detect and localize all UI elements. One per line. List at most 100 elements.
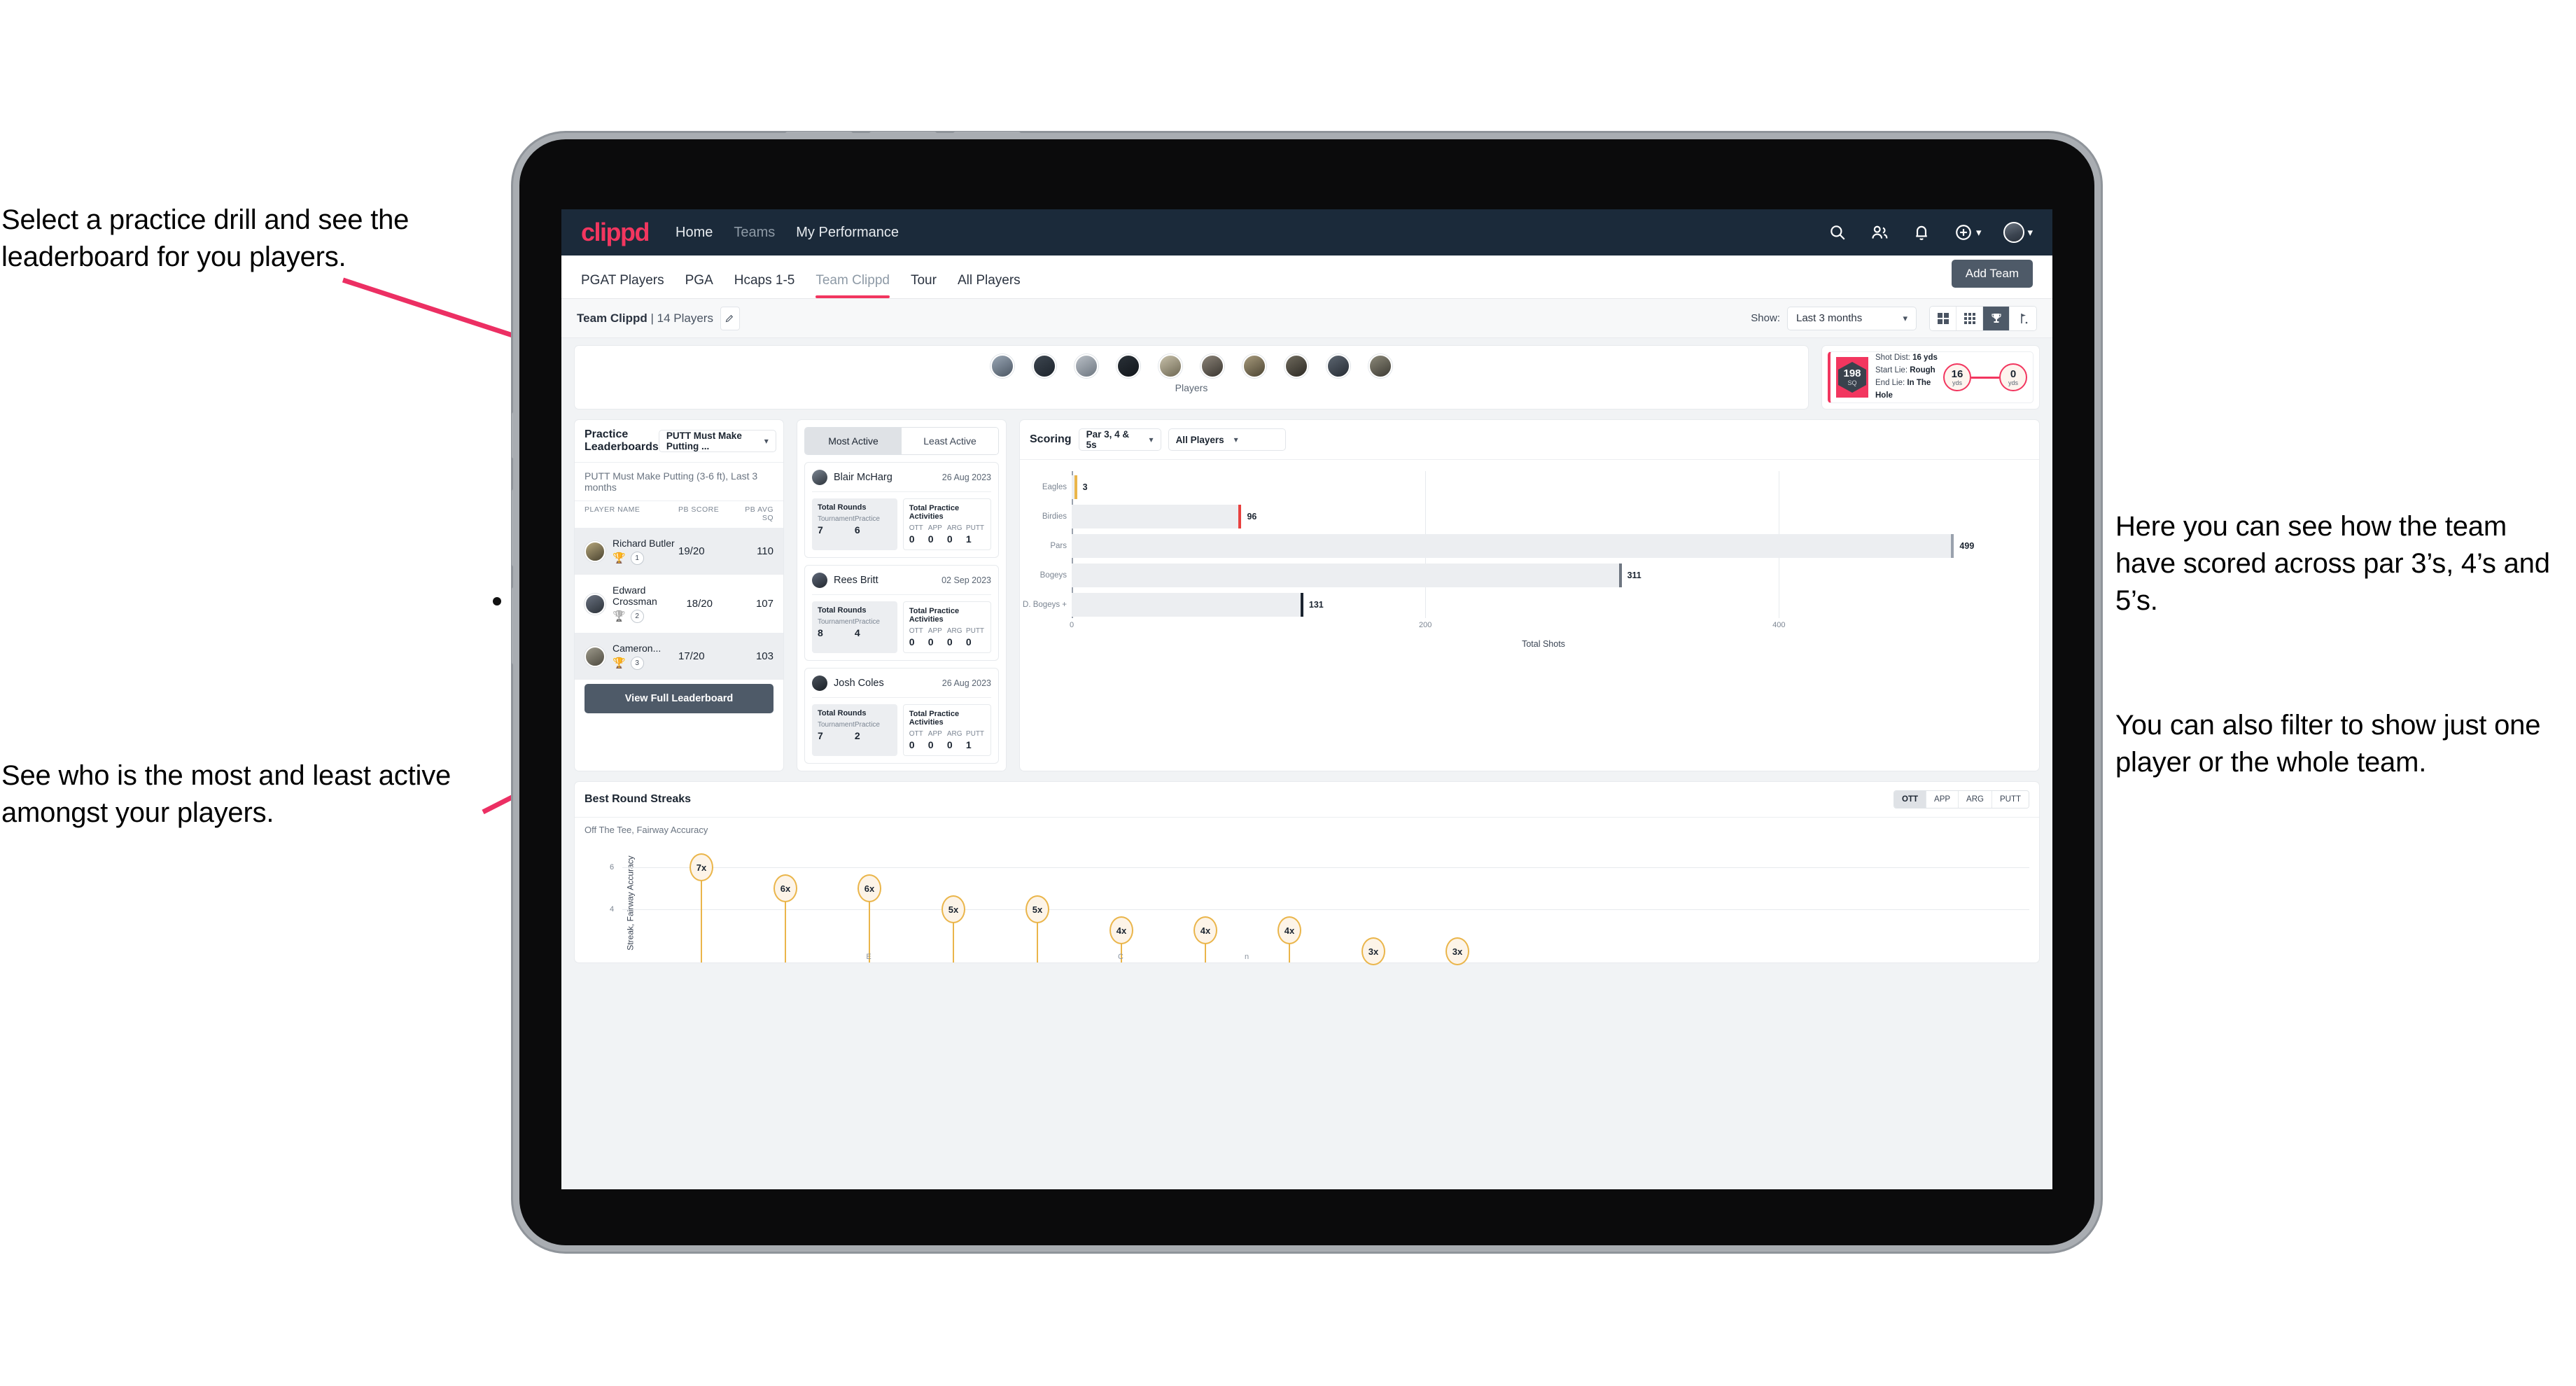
activity-item-header: Blair McHarg 26 Aug 2023: [812, 470, 991, 485]
tab-pga[interactable]: PGA: [685, 273, 713, 298]
device-button-volume-up: [512, 489, 518, 566]
profile-menu[interactable]: ▾: [2003, 222, 2033, 243]
player-avatar[interactable]: [990, 354, 1014, 378]
streak-marker[interactable]: 3x: [1362, 937, 1385, 965]
activity-date: 26 Aug 2023: [941, 678, 991, 688]
player-avatar[interactable]: [1032, 354, 1056, 378]
activity-item-header: Josh Coles 26 Aug 2023: [812, 676, 991, 691]
bar-label-eagles: Eagles: [1042, 483, 1067, 491]
trophy-icon[interactable]: [1983, 306, 2010, 330]
shot-dist-value: 16 yds: [1912, 354, 1938, 363]
list-item[interactable]: Josh Coles 26 Aug 2023 Total Rounds Tour…: [804, 668, 999, 764]
streak-marker[interactable]: 4x: [1194, 916, 1217, 962]
player-avatar[interactable]: [1368, 354, 1392, 378]
list-item[interactable]: Rees Britt 02 Sep 2023 Total Rounds Tour…: [804, 565, 999, 661]
nav-link-my-performance[interactable]: My Performance: [796, 225, 899, 241]
search-icon[interactable]: [1828, 223, 1847, 242]
streak-marker[interactable]: 3x: [1446, 937, 1469, 965]
practice-activities-title: Total Practice Activities: [909, 710, 960, 727]
streaks-ytick-4: 4: [610, 905, 615, 913]
trophy-silver-icon: 🏆: [612, 610, 626, 622]
chevron-down-icon: ▾: [2027, 227, 2033, 239]
streak-marker[interactable]: 4x: [1278, 916, 1301, 962]
nav-link-home[interactable]: Home: [676, 225, 713, 241]
view-full-leaderboard-button[interactable]: View Full Leaderboard: [584, 684, 774, 713]
plus-circle-icon[interactable]: [1954, 223, 1973, 242]
add-team-button[interactable]: Add Team: [1951, 260, 2033, 288]
app-col: APP 0: [928, 730, 947, 750]
camera-dot-icon: [493, 597, 501, 606]
player-avatar[interactable]: [1116, 354, 1140, 378]
tab-pgat-players[interactable]: PGAT Players: [581, 273, 664, 298]
player-avatar[interactable]: [1074, 354, 1098, 378]
start-lie-value: Rough: [1910, 366, 1935, 375]
streak-marker[interactable]: 6x: [858, 874, 881, 962]
player-avatar[interactable]: [1158, 354, 1182, 378]
toggle-app[interactable]: APP: [1926, 791, 1959, 808]
streak-marker[interactable]: 6x: [774, 874, 797, 962]
tournament-value: 7: [818, 524, 823, 536]
table-row[interactable]: Edward Crossman 🏆 2 18/20 107: [575, 575, 783, 633]
streaks-ytick-6: 6: [610, 863, 615, 872]
show-period-select[interactable]: Last 3 months ▾: [1787, 306, 1917, 330]
toggle-ott[interactable]: OTT: [1894, 791, 1927, 808]
sq-value: 198: [1843, 368, 1861, 379]
streak-marker[interactable]: 5x: [941, 895, 965, 962]
avatar[interactable]: [2003, 222, 2025, 243]
tab-hcaps-1-5[interactable]: Hcaps 1-5: [734, 273, 795, 298]
pb-score: 18/20: [686, 598, 713, 610]
tab-most-active[interactable]: Most Active: [805, 428, 902, 454]
table-row[interactable]: Cameron... 🏆 3 17/20 103: [575, 633, 783, 680]
app-value: 0: [927, 739, 934, 750]
streaks-gridline-4: [622, 909, 2029, 910]
activity-date: 02 Sep 2023: [941, 575, 991, 585]
nav-links: Home Teams My Performance: [676, 225, 899, 241]
player-avatar[interactable]: [1326, 354, 1350, 378]
par-filter-select[interactable]: Par 3, 4 & 5s ▾: [1078, 428, 1161, 451]
tab-tour[interactable]: Tour: [911, 273, 937, 298]
golf-flag-icon[interactable]: [2010, 306, 2036, 330]
player-avatar[interactable]: [1200, 354, 1224, 378]
player-filter-select[interactable]: All Players ▾: [1168, 428, 1286, 451]
edit-team-button[interactable]: [720, 306, 740, 330]
grid-small-icon[interactable]: [1956, 306, 1983, 330]
end-lie-row: End Lie: In The Hole: [1875, 377, 1943, 402]
tab-least-active[interactable]: Least Active: [902, 428, 998, 454]
annotation-filter-explanation: You can also filter to show just one pla…: [2115, 710, 2541, 778]
arg-col: ARG 0: [947, 627, 966, 648]
list-item[interactable]: Blair McHarg 26 Aug 2023 Total Rounds To…: [804, 462, 999, 558]
bell-icon[interactable]: [1912, 223, 1931, 242]
x-tick-0: 0: [1069, 621, 1074, 629]
player-avatar[interactable]: [1242, 354, 1266, 378]
practice-label: Practice: [854, 515, 880, 523]
practice-activities-box: Total Practice Activities OTT 0 APP 0 AR…: [902, 601, 991, 653]
toggle-putt[interactable]: PUTT: [1991, 791, 2029, 808]
grid-large-icon[interactable]: [1930, 306, 1956, 330]
chevron-down-icon: ▾: [1975, 227, 1982, 239]
player-name: Blair McHarg: [834, 472, 892, 483]
streaks-subtitle-bold: Off The Tee,: [584, 825, 634, 835]
streak-marker[interactable]: 7x: [690, 853, 713, 962]
chevron-down-icon: ▾: [1233, 435, 1238, 444]
total-rounds-cols: Tournament 8 Practice 4: [818, 618, 892, 638]
streaks-plot-area: 6 4 7x 6x 6x 5x 5x 4x 4x 4x 3x 3x E C n: [610, 844, 2029, 965]
streak-marker[interactable]: 5x: [1026, 895, 1049, 962]
nav-link-teams[interactable]: Teams: [734, 225, 775, 241]
tab-team-clippd[interactable]: Team Clippd: [816, 273, 890, 298]
team-tabs: PGAT Players PGA Hcaps 1-5 Team Clippd T…: [581, 273, 1021, 298]
tab-all-players[interactable]: All Players: [958, 273, 1021, 298]
divider: [812, 697, 991, 698]
activity-item-header: Rees Britt 02 Sep 2023: [812, 573, 991, 588]
avatar: [812, 573, 827, 588]
toggle-arg[interactable]: ARG: [1959, 791, 1992, 808]
add-menu[interactable]: ▾: [1954, 223, 1982, 242]
people-icon[interactable]: [1870, 223, 1889, 242]
scoring-header: Scoring Par 3, 4 & 5s ▾ All Players ▾: [1020, 420, 2039, 459]
drill-select[interactable]: PUTT Must Make Putting ... ▾: [658, 430, 776, 452]
ott-label: OTT: [909, 730, 923, 738]
view-toggle-group: [1929, 305, 2037, 331]
player-avatar[interactable]: [1284, 354, 1308, 378]
clippd-logo[interactable]: clippd: [581, 218, 650, 247]
bar-eagles: 3: [1072, 475, 1088, 499]
table-row[interactable]: Richard Butler 🏆 1 19/20 110: [575, 528, 783, 575]
